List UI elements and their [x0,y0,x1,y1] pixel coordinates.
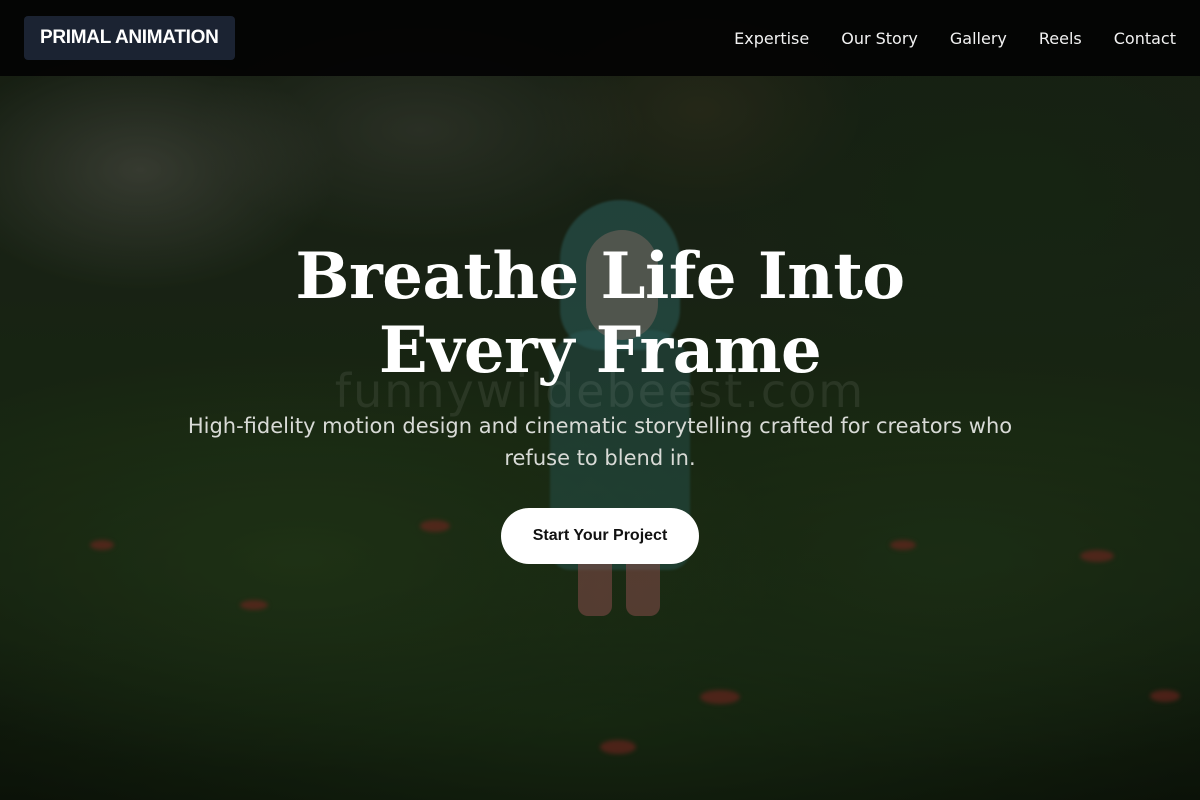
main-nav: Expertise Our Story Gallery Reels Contac… [734,0,1176,76]
site-logo[interactable]: PRIMAL ANIMATION [24,16,235,60]
nav-link-gallery[interactable]: Gallery [950,29,1007,48]
nav-link-reels[interactable]: Reels [1039,29,1082,48]
nav-link-contact[interactable]: Contact [1114,29,1176,48]
landing-page: PRIMAL ANIMATION Expertise Our Story Gal… [0,0,1200,800]
start-project-button[interactable]: Start Your Project [500,508,700,564]
nav-link-expertise[interactable]: Expertise [734,29,809,48]
hero-subtitle: High-fidelity motion design and cinemati… [187,414,1013,470]
hero-title: Breathe Life Into Every Frame [295,239,905,388]
hero-section: Breathe Life Into Every Frame High-fidel… [0,240,1200,564]
nav-link-our-story[interactable]: Our Story [841,29,918,48]
site-header: PRIMAL ANIMATION Expertise Our Story Gal… [0,0,1200,76]
